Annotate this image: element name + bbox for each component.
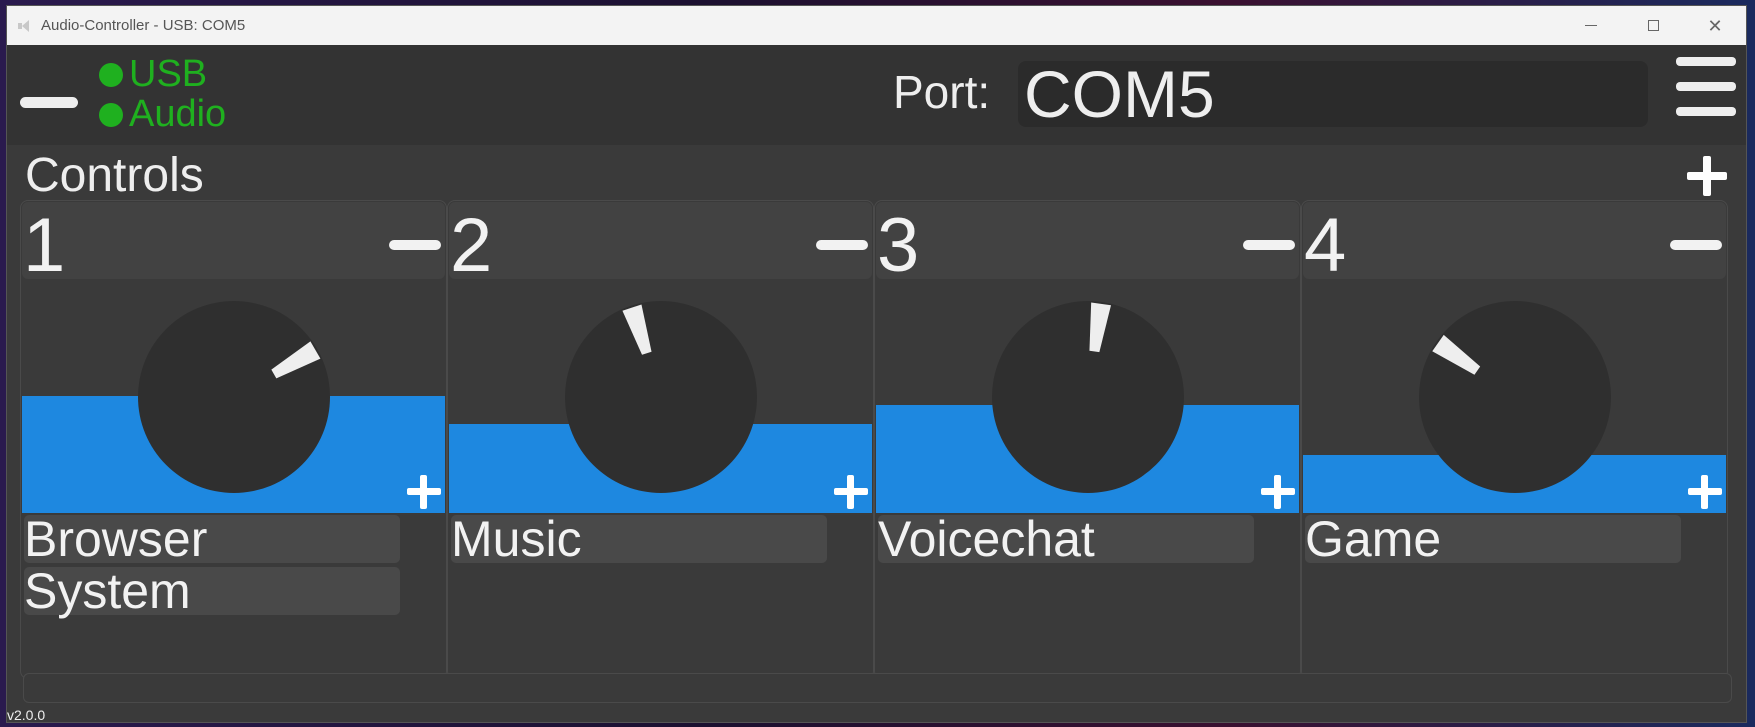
app-item[interactable]: Game [1305,514,1681,564]
menu-line-icon [1676,82,1736,91]
audio-status: Audio [99,93,226,136]
panel-header: 4 [1303,202,1726,284]
title-bar[interactable]: Audio-Controller - USB: COM5 ✕ [7,6,1746,45]
volume-area[interactable] [876,279,1299,513]
remove-control-button[interactable] [816,240,868,250]
app-item[interactable]: Voicechat [878,514,1254,564]
add-control-button[interactable] [1687,156,1727,196]
panel-number: 2 [450,203,493,288]
volume-area[interactable] [1303,279,1726,513]
menu-line-icon [1676,107,1736,116]
knob-body [1419,301,1611,493]
volume-knob[interactable] [565,301,757,493]
volume-area[interactable] [22,279,445,513]
panel-number: 1 [23,203,66,288]
remove-control-button[interactable] [389,240,441,250]
collapse-button[interactable] [20,97,78,108]
audio-status-label: Audio [129,93,227,135]
bottom-bar [23,673,1732,703]
top-bar: USB Audio Port: COM5 [7,45,1746,145]
port-input[interactable]: COM5 [1018,61,1648,127]
minimize-icon [1585,25,1597,26]
volume-area[interactable] [449,279,872,513]
remove-control-button[interactable] [1670,240,1722,250]
usb-status-dot-icon [99,62,123,87]
usb-status: USB [99,53,207,96]
add-app-button[interactable] [407,475,441,509]
knob-body [992,301,1184,493]
close-button[interactable]: ✕ [1684,6,1746,45]
menu-line-icon [1676,57,1736,66]
maximize-button[interactable] [1622,6,1684,45]
close-icon: ✕ [1707,15,1723,36]
usb-status-label: USB [129,53,208,95]
window-title: Audio-Controller - USB: COM5 [41,17,246,34]
panel-header: 1 [22,202,445,284]
add-app-button[interactable] [1688,475,1722,509]
audio-status-dot-icon [99,102,123,127]
app-item[interactable]: Music [451,514,827,564]
control-panel: 4 Game [1301,200,1728,679]
control-panel: 3 Voicechat [874,200,1301,679]
volume-knob[interactable] [138,301,330,493]
app-item[interactable]: Browser [24,514,400,564]
maximize-icon [1647,20,1659,31]
control-panel: 2 Music [447,200,874,679]
knob-body [138,301,330,493]
panel-header: 3 [876,202,1299,284]
minimize-button[interactable] [1560,6,1622,45]
volume-knob[interactable] [1419,301,1611,493]
speaker-icon [17,18,33,34]
version-label: v2.0.0 [7,707,46,723]
add-app-button[interactable] [1261,475,1295,509]
app-item[interactable]: System [24,566,400,616]
add-app-button[interactable] [834,475,868,509]
knob-body [565,301,757,493]
controls-heading: Controls [25,149,204,202]
port-label: Port: [893,66,991,118]
volume-knob[interactable] [992,301,1184,493]
panel-number: 4 [1304,203,1347,288]
panel-header: 2 [449,202,872,284]
remove-control-button[interactable] [1243,240,1295,250]
app-window: Audio-Controller - USB: COM5 ✕ USB Audio… [6,5,1747,723]
control-panel: 1 Browser System [20,200,447,679]
hamburger-menu-button[interactable] [1676,57,1736,117]
panel-number: 3 [877,203,920,288]
